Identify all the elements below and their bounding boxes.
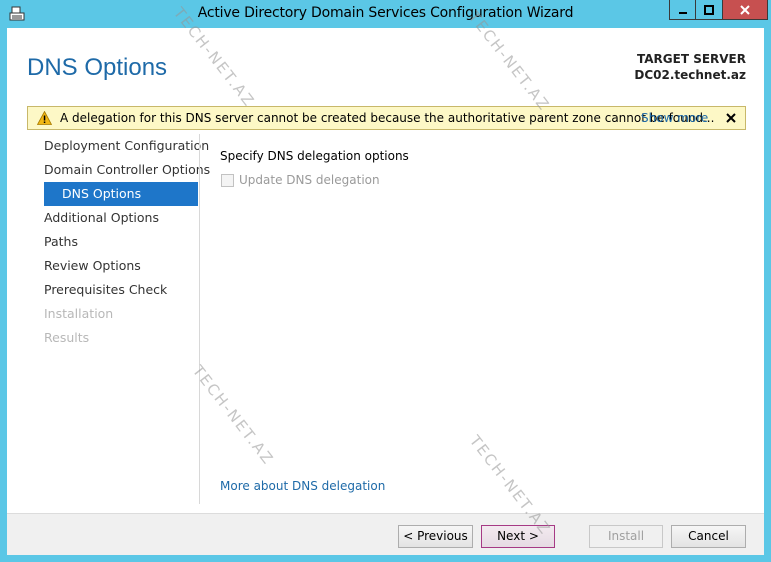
nav-item-review-options[interactable]: Review Options	[44, 254, 198, 278]
wizard-client-area: DNS Options TARGET SERVER DC02.technet.a…	[7, 28, 764, 555]
target-server-value: DC02.technet.az	[634, 68, 746, 82]
install-button: Install	[589, 525, 663, 548]
more-about-dns-delegation-link[interactable]: More about DNS delegation	[220, 479, 385, 493]
cancel-button[interactable]: Cancel	[671, 525, 746, 548]
wizard-nav: Deployment Configuration Domain Controll…	[44, 134, 210, 350]
nav-item-installation: Installation	[44, 306, 114, 321]
nav-item-additional-options[interactable]: Additional Options	[44, 206, 198, 230]
update-dns-delegation-checkbox[interactable]	[221, 174, 234, 187]
maximize-icon	[704, 4, 714, 15]
close-icon	[740, 4, 750, 15]
warning-banner: A delegation for this DNS server cannot …	[27, 106, 746, 130]
wizard-footer: < Previous Next > Install Cancel	[7, 513, 764, 555]
close-button[interactable]	[722, 0, 768, 20]
section-heading: Specify DNS delegation options	[220, 149, 409, 163]
nav-item-paths[interactable]: Paths	[44, 230, 198, 254]
window-title: Active Directory Domain Services Configu…	[197, 5, 574, 21]
previous-button[interactable]: < Previous	[398, 525, 473, 548]
target-server-label: TARGET SERVER	[637, 52, 746, 66]
nav-item-deployment-configuration[interactable]: Deployment Configuration	[44, 134, 209, 158]
nav-divider	[199, 134, 200, 504]
page-title: DNS Options	[27, 54, 168, 81]
nav-item-results: Results	[44, 330, 90, 345]
next-button[interactable]: Next >	[481, 525, 555, 548]
warning-icon	[37, 111, 52, 125]
nav-item-domain-controller-options[interactable]: Domain Controller Options	[44, 158, 210, 182]
minimize-button[interactable]	[669, 0, 696, 20]
minimize-icon	[679, 11, 687, 14]
close-icon[interactable]	[724, 111, 738, 125]
wizard-window: Active Directory Domain Services Configu…	[0, 0, 771, 562]
show-more-link[interactable]: Show more	[641, 111, 708, 125]
nav-item-prerequisites-check[interactable]: Prerequisites Check	[44, 278, 198, 302]
maximize-button[interactable]	[695, 0, 722, 20]
nav-item-dns-options[interactable]: DNS Options	[44, 182, 198, 206]
update-dns-delegation-label: Update DNS delegation	[239, 173, 380, 187]
title-bar[interactable]: Active Directory Domain Services Configu…	[0, 0, 771, 28]
warning-text: A delegation for this DNS server cannot …	[60, 111, 715, 125]
